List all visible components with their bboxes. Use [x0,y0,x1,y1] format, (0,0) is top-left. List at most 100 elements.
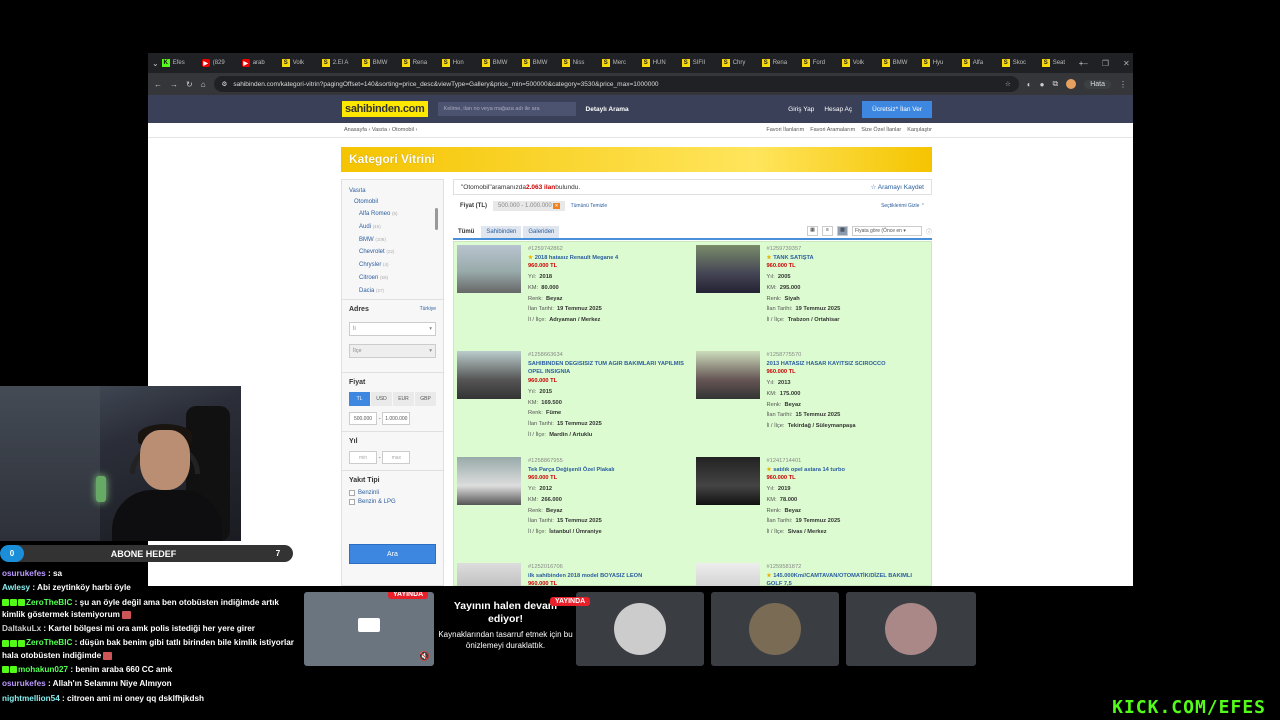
browser-tab[interactable]: S Rena [399,55,439,71]
currency-eur[interactable]: EUR [393,392,414,406]
currency-gbp[interactable]: GBP [415,392,436,406]
bookmark-star-icon[interactable]: ☆ [1005,80,1011,88]
menu-icon[interactable]: ⋮ [1119,80,1127,89]
listing-title[interactable]: SAHIBINDEN DEGISISIZ TUM AGIR BAKIMLARI … [528,360,689,377]
login-link[interactable]: Giriş Yap [788,106,814,113]
browser-tab[interactable]: S BMW [479,55,519,71]
browser-tab[interactable]: ▶ arab [239,55,279,71]
browser-tab[interactable]: S Merc [599,55,639,71]
listing-card[interactable]: #1258775570 2013 HATASIZ HASAR KAYITSIZ S… [693,348,932,454]
browser-tab[interactable]: ▶ (829 [199,55,239,71]
browser-tab[interactable]: S Volk [839,55,879,71]
extensions-puzzle-icon[interactable]: ⧉ [1052,79,1058,89]
listing-photo[interactable] [695,457,760,505]
listing-photo[interactable] [457,457,521,505]
price-max-input[interactable]: 1.000.000 [382,412,411,425]
chat-username[interactable]: Awlesy [2,583,30,592]
listing-photo[interactable] [457,563,521,586]
category-scrollbar[interactable] [435,208,438,230]
stream-preview[interactable] [576,592,704,666]
site-info-icon[interactable]: ⚙ [222,80,228,88]
extension-icon[interactable]: ◐ [1027,80,1032,89]
remove-filter-icon[interactable]: ✕ [553,203,560,209]
currency-usd[interactable]: USD [371,392,392,406]
listing-photo[interactable] [457,351,521,399]
browser-tab[interactable]: S Chry [719,55,759,71]
listing-card[interactable]: #1259739357 ★ TANK SATIŞTA 960.000 TL Yıl: … [693,242,932,348]
listing-photo[interactable] [695,351,760,399]
browser-tab[interactable]: S Ford [799,55,839,71]
chat-username[interactable]: DaltakuLx [2,624,41,633]
restore-icon[interactable]: ❐ [1102,59,1109,68]
tab-search-icon[interactable]: ⌄ [152,59,159,68]
price-filter-chip[interactable]: 500.000 - 1.000.000 ✕ [493,201,565,211]
browser-tab[interactable]: S Alfa [959,55,999,71]
detailed-search-link[interactable]: Detaylı Arama [586,106,629,113]
profile-error-button[interactable]: Hata [1084,79,1111,89]
search-button[interactable]: Ara [349,544,436,564]
clear-all-link[interactable]: Tümünü Temizle [571,203,608,209]
turkiye-link[interactable]: Türkiye [420,306,436,319]
chat-username[interactable]: ZeroTheBIC [26,598,72,607]
breadcrumb-item[interactable]: Vasıta [372,127,387,133]
price-min-input[interactable]: 500.000 [349,412,377,425]
category-otomobil[interactable]: Otomobil [349,197,436,208]
year-min-input[interactable]: min [349,451,377,464]
back-icon[interactable]: ← [154,80,162,89]
extension-icon[interactable]: ● [1040,80,1045,89]
fuel-benzinli-checkbox[interactable]: Benzinli [349,490,436,496]
browser-tab[interactable]: S BMW [359,55,399,71]
table-view-icon[interactable]: ▦ [806,226,818,236]
browser-tab[interactable]: S Niss [559,55,599,71]
hide-selected-link[interactable]: Seçtiklerimi Gizle ⌃ [881,203,925,209]
browser-tab[interactable]: S HUN [639,55,679,71]
brand-filter-item[interactable]: Audi (45) [349,221,436,234]
brand-filter-item[interactable]: Citroen (59) [349,272,436,285]
avatar[interactable] [1066,79,1077,89]
browser-tab[interactable]: S Volk [279,55,319,71]
listing-title[interactable]: ★ 145.000Km//CAMTAVAN/OTOMATİK/DİZEL BAK… [767,572,928,586]
favorite-searches-link[interactable]: Favori Aramalarım [810,127,855,133]
chat-username[interactable]: osurukefes [2,679,46,688]
listing-photo[interactable] [695,245,760,293]
register-link[interactable]: Hesap Aç [824,106,852,113]
sort-select[interactable]: Fiyata göre (Önce en ▾ [851,226,922,236]
year-max-input[interactable]: max [382,451,411,464]
listing-card[interactable]: #1241714401 ★ satılık opel astara 14 turb… [693,454,932,560]
gallery-view-icon[interactable]: ▩ [836,226,848,236]
special-listings-link[interactable]: Size Özel İlanlar [861,127,901,133]
stream-preview[interactable] [846,592,976,666]
listing-card[interactable]: #1259581872 ★ 145.000Km//CAMTAVAN/OTOMATİ… [693,560,932,586]
listing-title[interactable]: Tek Parça Değişenli Özel Plakalı [528,466,689,475]
search-input[interactable]: Kelime, ilan no veya mağaza adı ile ara [437,102,576,116]
tab-dealer[interactable]: Galeriden [523,226,560,238]
favorite-listings-link[interactable]: Favori İlanlarım [766,127,804,133]
listing-card[interactable]: #1258867955 Tek Parça Değişenli Özel Plak… [454,454,693,560]
district-select[interactable]: İlçe ▾ [349,344,436,358]
browser-tab[interactable]: K Efes [159,55,199,71]
brand-filter-item[interactable]: Chrysler (4) [349,259,436,272]
chat-username[interactable]: ZeroTheBIC [26,638,72,647]
listing-card[interactable]: #1259742862 ★ 2018 hatasız Renault Megane… [454,242,693,348]
chat-username[interactable]: osurukefes [2,569,46,578]
listing-title[interactable]: ★ TANK SATIŞTA [767,254,928,263]
listing-photo[interactable] [457,245,521,293]
minimize-icon[interactable]: – [1083,59,1087,68]
breadcrumb-item[interactable]: Otomobil [392,127,414,133]
brand-filter-item[interactable]: Dacia (27) [349,285,436,298]
chat-username[interactable]: mohakun027 [18,665,68,674]
compare-link[interactable]: Karşılaştır [907,127,932,133]
save-search-link[interactable]: ☆ Aramayı Kaydet [870,183,924,191]
browser-tab[interactable]: S Skoc [999,55,1039,71]
listing-photo[interactable] [695,563,760,586]
listing-title[interactable]: ★ satılık opel astara 14 turbo [767,466,928,475]
listing-card[interactable]: #1258663634 SAHIBINDEN DEGISISIZ TUM AGIR… [454,348,693,454]
info-icon[interactable]: ⓘ [926,227,932,236]
forward-icon[interactable]: → [170,80,178,89]
site-logo[interactable]: sahibinden.com [342,101,428,117]
listing-title[interactable]: ilk sahibinden 2018 model BOYASIZ LEON [528,572,689,581]
listing-card[interactable]: #1252016706 ilk sahibinden 2018 model BOY… [454,560,693,586]
listing-title[interactable]: 2013 HATASIZ HASAR KAYITSIZ SCIROCCO [767,360,928,369]
listing-title[interactable]: ★ 2018 hatasız Renault Megane 4 [528,254,689,263]
category-vasita[interactable]: Vasıta [349,186,436,197]
